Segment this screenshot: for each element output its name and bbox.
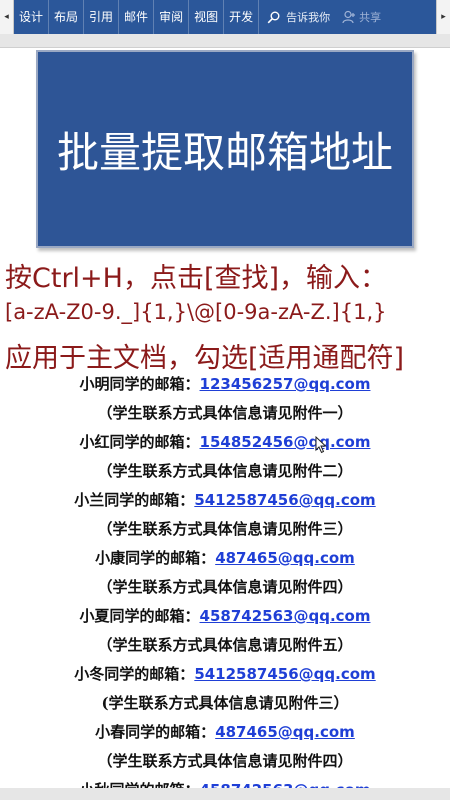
ruler <box>0 34 450 48</box>
list-item: 小冬同学的邮箱：5412587456@qq.com <box>0 660 450 689</box>
tell-me-label: 告诉我你 <box>286 11 331 24</box>
entry-label: 小明同学的邮箱： <box>79 375 200 393</box>
list-item-note: （学生联系方式具体信息请见附件一） <box>97 404 353 422</box>
entry-label: 小康同学的邮箱： <box>95 549 216 567</box>
list-item: 小春同学的邮箱：487465@qq.com <box>0 718 450 747</box>
tab-review[interactable]: 审阅 <box>154 0 190 34</box>
list-item-note: （学生联系方式具体信息请见附件二） <box>97 462 353 480</box>
ribbon-scroll-left-button[interactable]: ◂ <box>0 0 14 34</box>
list-item-note: （学生联系方式具体信息请见附件四） <box>97 578 353 596</box>
chevron-left-icon: ◂ <box>4 12 9 22</box>
share-label: 共享 <box>359 11 382 24</box>
instruction-line-2: [a-zA-Z0-9._]{1,}\@[0-9a-zA-Z.]{1,} <box>5 300 387 324</box>
entry-label: 小春同学的邮箱： <box>95 723 216 741</box>
bottom-scrollbar[interactable] <box>0 788 450 800</box>
email-link[interactable]: 458742563@qq.com <box>200 607 371 625</box>
list-item: 小红同学的邮箱：154852456@qq.com <box>0 428 450 457</box>
list-item-note: (学生联系方式具体信息请见附件三） <box>101 694 349 712</box>
email-link[interactable]: 154852456@qq.com <box>200 433 371 451</box>
email-list: 小明同学的邮箱：123456257@qq.com （学生联系方式具体信息请见附件… <box>0 370 450 805</box>
email-link[interactable]: 487465@qq.com <box>215 723 355 741</box>
instruction-line-1: 按Ctrl+H，点击[查找]，输入： <box>5 263 388 294</box>
tell-me-search[interactable]: 告诉我你 <box>267 9 330 25</box>
entry-label: 小红同学的邮箱： <box>79 433 200 451</box>
tab-view[interactable]: 视图 <box>189 0 225 34</box>
list-item: 小兰同学的邮箱：5412587456@qq.com <box>0 486 450 515</box>
tab-mailings[interactable]: 邮件 <box>119 0 155 34</box>
email-link[interactable]: 123456257@qq.com <box>200 375 371 393</box>
ribbon-tabs: 设计 布局 引用 邮件 审阅 视图 开发 <box>14 0 260 34</box>
entry-label: 小冬同学的邮箱： <box>74 665 195 683</box>
list-item-note: （学生联系方式具体信息请见附件三） <box>97 520 353 538</box>
person-add-icon <box>342 10 356 24</box>
mouse-pointer-icon <box>315 436 327 454</box>
ribbon-scroll-right-button[interactable]: ▸ <box>436 0 450 34</box>
ribbon-bar: ◂ 设计 布局 引用 邮件 审阅 视图 开发 告诉我你 共享 ▸ <box>0 0 450 34</box>
banner-title: 批量提取邮箱地址 <box>56 127 393 177</box>
email-link[interactable]: 5412587456@qq.com <box>194 491 375 509</box>
list-item: 小夏同学的邮箱：458742563@qq.com <box>0 602 450 631</box>
tab-references[interactable]: 引用 <box>84 0 120 34</box>
tab-design[interactable]: 设计 <box>14 0 50 34</box>
tab-developer[interactable]: 开发 <box>224 0 260 34</box>
share-button[interactable]: 共享 <box>342 9 381 25</box>
list-item: 小康同学的邮箱：487465@qq.com <box>0 544 450 573</box>
entry-label: 小夏同学的邮箱： <box>79 607 200 625</box>
email-link[interactable]: 487465@qq.com <box>215 549 355 567</box>
list-item-note: （学生联系方式具体信息请见附件五） <box>97 636 353 654</box>
search-icon <box>267 11 280 23</box>
list-item-note: （学生联系方式具体信息请见附件四） <box>97 752 353 770</box>
tab-layout[interactable]: 布局 <box>49 0 85 34</box>
entry-label: 小兰同学的邮箱： <box>74 491 195 509</box>
list-item: 小明同学的邮箱：123456257@qq.com <box>0 370 450 399</box>
email-link[interactable]: 5412587456@qq.com <box>194 665 375 683</box>
title-banner: 批量提取邮箱地址 <box>36 50 414 248</box>
chevron-right-icon: ▸ <box>441 12 446 22</box>
